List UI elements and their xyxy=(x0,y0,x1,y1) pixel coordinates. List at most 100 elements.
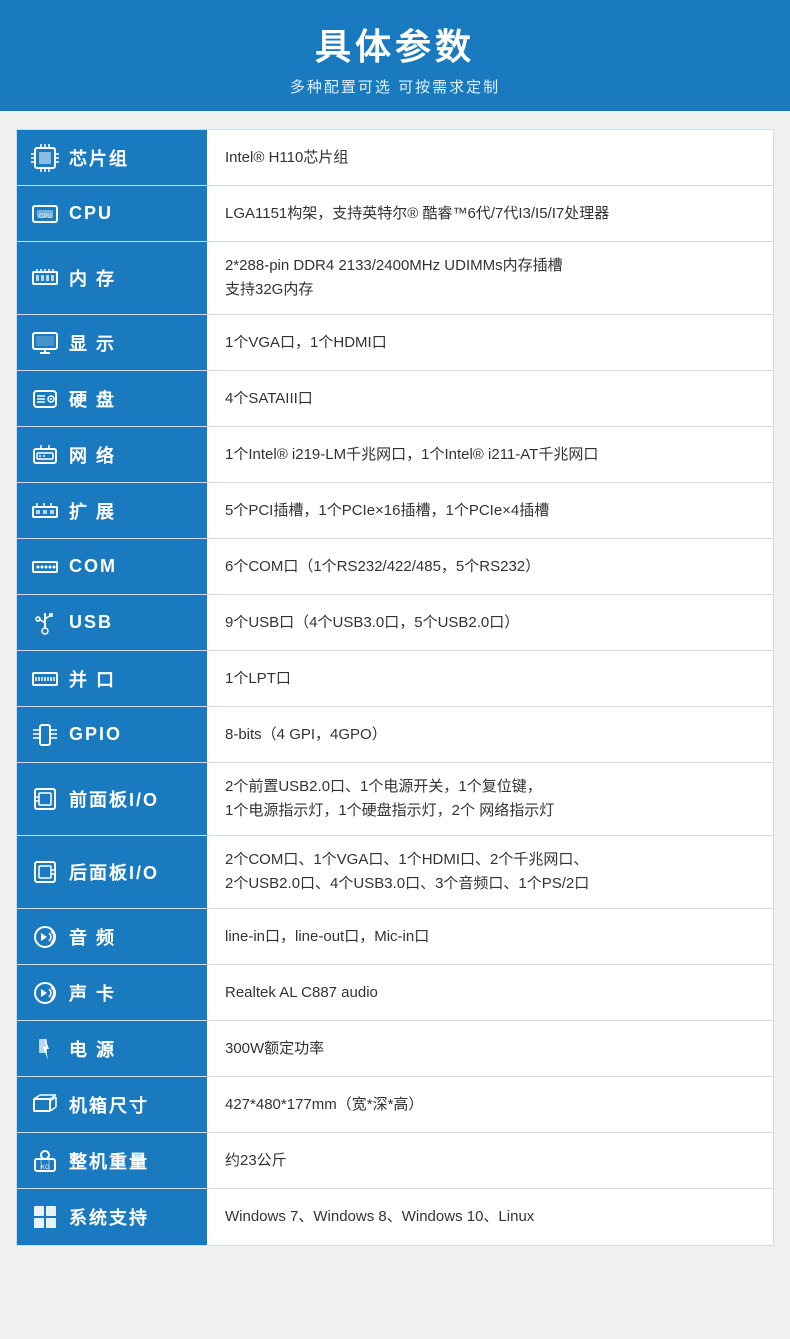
spec-value-gpio: 8-bits（4 GPI，4GPO） xyxy=(207,707,773,762)
spec-row-gpio: GPIO 8-bits（4 GPI，4GPO） xyxy=(17,707,773,763)
spec-row-weight: KG 整机重量约23公斤 xyxy=(17,1133,773,1189)
spec-value-usb: 9个USB口（4个USB3.0口，5个USB2.0口） xyxy=(207,595,773,650)
page-wrapper: 具体参数 多种配置可选 可按需求定制 芯片组 Intel® H110芯片组 CPU… xyxy=(0,0,790,1246)
spec-name-os: 系统支持 xyxy=(69,1204,149,1230)
power-icon xyxy=(29,1035,61,1063)
spec-label-chipset: 芯片组 xyxy=(17,130,207,185)
spec-row-harddisk: 硬 盘 4个SATAIII口 xyxy=(17,371,773,427)
spec-label-display: 显 示 xyxy=(17,315,207,370)
spec-name-front-panel: 前面板I/O xyxy=(69,786,159,812)
spec-name-usb: USB xyxy=(69,612,113,633)
spec-label-harddisk: 硬 盘 xyxy=(17,371,207,426)
spec-row-com: COM 6个COM口（1个RS232/422/485，5个RS232） xyxy=(17,539,773,595)
spec-name-power: 电 源 xyxy=(69,1036,116,1062)
parallel-icon xyxy=(29,665,61,693)
front-panel-icon xyxy=(29,785,61,813)
spec-value-soundcard: Realtek AL C887 audio xyxy=(207,965,773,1020)
spec-label-expansion: 扩 展 xyxy=(17,483,207,538)
spec-row-power: 电 源 300W额定功率 xyxy=(17,1021,773,1077)
spec-name-audio: 音 频 xyxy=(69,924,116,950)
spec-label-parallel: 并 口 xyxy=(17,651,207,706)
spec-label-audio: 音 频 xyxy=(17,909,207,964)
network-icon xyxy=(29,441,61,469)
spec-name-cpu: CPU xyxy=(69,203,113,224)
spec-value-front-panel: 2个前置USB2.0口、1个电源开关，1个复位键，1个电源指示灯，1个硬盘指示灯… xyxy=(207,763,773,835)
spec-value-audio: line-in口，line-out口，Mic-in口 xyxy=(207,909,773,964)
spec-name-soundcard: 声 卡 xyxy=(69,980,116,1006)
spec-value-power: 300W额定功率 xyxy=(207,1021,773,1076)
spec-value-com: 6个COM口（1个RS232/422/485，5个RS232） xyxy=(207,539,773,594)
spec-row-chipset: 芯片组 Intel® H110芯片组 xyxy=(17,130,773,186)
spec-value-expansion: 5个PCI插槽，1个PCIe×16插槽，1个PCIe×4插槽 xyxy=(207,483,773,538)
spec-row-dimension: 机箱尺寸 427*480*177mm（宽*深*高） xyxy=(17,1077,773,1133)
page-header: 具体参数 多种配置可选 可按需求定制 xyxy=(0,0,790,111)
harddisk-icon xyxy=(29,385,61,413)
spec-label-dimension: 机箱尺寸 xyxy=(17,1077,207,1132)
soundcard-icon xyxy=(29,979,61,1007)
spec-name-parallel: 并 口 xyxy=(69,666,116,692)
spec-label-network: 网 络 xyxy=(17,427,207,482)
spec-name-harddisk: 硬 盘 xyxy=(69,386,116,412)
spec-label-weight: KG 整机重量 xyxy=(17,1133,207,1188)
spec-name-weight: 整机重量 xyxy=(69,1148,149,1174)
spec-name-gpio: GPIO xyxy=(69,724,122,745)
usb-icon xyxy=(29,609,61,637)
spec-value-parallel: 1个LPT口 xyxy=(207,651,773,706)
display-icon xyxy=(29,329,61,357)
page-subtitle: 多种配置可选 可按需求定制 xyxy=(10,76,780,97)
spec-name-rear-panel: 后面板I/O xyxy=(69,859,159,885)
spec-value-chipset: Intel® H110芯片组 xyxy=(207,130,773,185)
cpu-icon: CPU xyxy=(29,200,61,228)
spec-label-com: COM xyxy=(17,539,207,594)
spec-label-os: 系统支持 xyxy=(17,1189,207,1245)
spec-label-usb: USB xyxy=(17,595,207,650)
spec-label-cpu: CPU CPU xyxy=(17,186,207,241)
spec-value-rear-panel: 2个COM口、1个VGA口、1个HDMI口、2个千兆网口、2个USB2.0口、4… xyxy=(207,836,773,908)
spec-row-cpu: CPU CPULGA1151构架，支持英特尔® 酷睿™6代/7代I3/I5/I7… xyxy=(17,186,773,242)
dimension-icon xyxy=(29,1091,61,1119)
spec-name-display: 显 示 xyxy=(69,330,116,356)
page-title: 具体参数 xyxy=(10,18,780,70)
chipset-icon xyxy=(29,144,61,172)
weight-icon: KG xyxy=(29,1147,61,1175)
audio-icon xyxy=(29,923,61,951)
spec-value-memory: 2*288-pin DDR4 2133/2400MHz UDIMMs内存插槽支持… xyxy=(207,242,773,314)
spec-row-rear-panel: 后面板I/O 2个COM口、1个VGA口、1个HDMI口、2个千兆网口、2个USB… xyxy=(17,836,773,909)
spec-name-com: COM xyxy=(69,556,117,577)
spec-row-expansion: 扩 展 5个PCI插槽，1个PCIe×16插槽，1个PCIe×4插槽 xyxy=(17,483,773,539)
spec-value-network: 1个Intel® i219-LM千兆网口，1个Intel® i211-AT千兆网… xyxy=(207,427,773,482)
spec-value-weight: 约23公斤 xyxy=(207,1133,773,1188)
spec-name-dimension: 机箱尺寸 xyxy=(69,1092,149,1118)
spec-row-network: 网 络 1个Intel® i219-LM千兆网口，1个Intel® i211-AT… xyxy=(17,427,773,483)
spec-name-network: 网 络 xyxy=(69,442,116,468)
spec-value-os: Windows 7、Windows 8、Windows 10、Linux xyxy=(207,1189,773,1245)
spec-row-display: 显 示 1个VGA口，1个HDMI口 xyxy=(17,315,773,371)
com-icon xyxy=(29,553,61,581)
svg-text:CPU: CPU xyxy=(39,214,52,220)
spec-label-front-panel: 前面板I/O xyxy=(17,763,207,835)
spec-row-front-panel: 前面板I/O 2个前置USB2.0口、1个电源开关，1个复位键，1个电源指示灯，1… xyxy=(17,763,773,836)
spec-value-display: 1个VGA口，1个HDMI口 xyxy=(207,315,773,370)
expansion-icon xyxy=(29,497,61,525)
spec-name-expansion: 扩 展 xyxy=(69,498,116,524)
spec-label-gpio: GPIO xyxy=(17,707,207,762)
rear-panel-icon xyxy=(29,858,61,886)
spec-table: 芯片组 Intel® H110芯片组 CPU CPULGA1151构架，支持英特尔… xyxy=(16,129,774,1246)
spec-row-os: 系统支持 Windows 7、Windows 8、Windows 10、Linux xyxy=(17,1189,773,1245)
gpio-icon xyxy=(29,721,61,749)
spec-value-harddisk: 4个SATAIII口 xyxy=(207,371,773,426)
spec-row-audio: 音 频 line-in口，line-out口，Mic-in口 xyxy=(17,909,773,965)
spec-name-memory: 内 存 xyxy=(69,265,116,291)
os-icon xyxy=(29,1203,61,1231)
spec-label-power: 电 源 xyxy=(17,1021,207,1076)
spec-value-dimension: 427*480*177mm（宽*深*高） xyxy=(207,1077,773,1132)
spec-row-usb: USB 9个USB口（4个USB3.0口，5个USB2.0口） xyxy=(17,595,773,651)
spec-label-rear-panel: 后面板I/O xyxy=(17,836,207,908)
spec-row-soundcard: 声 卡 Realtek AL C887 audio xyxy=(17,965,773,1021)
spec-label-soundcard: 声 卡 xyxy=(17,965,207,1020)
memory-icon xyxy=(29,264,61,292)
spec-row-memory: 内 存 2*288-pin DDR4 2133/2400MHz UDIMMs内存插… xyxy=(17,242,773,315)
spec-row-parallel: 并 口 1个LPT口 xyxy=(17,651,773,707)
spec-label-memory: 内 存 xyxy=(17,242,207,314)
spec-name-chipset: 芯片组 xyxy=(69,145,129,171)
